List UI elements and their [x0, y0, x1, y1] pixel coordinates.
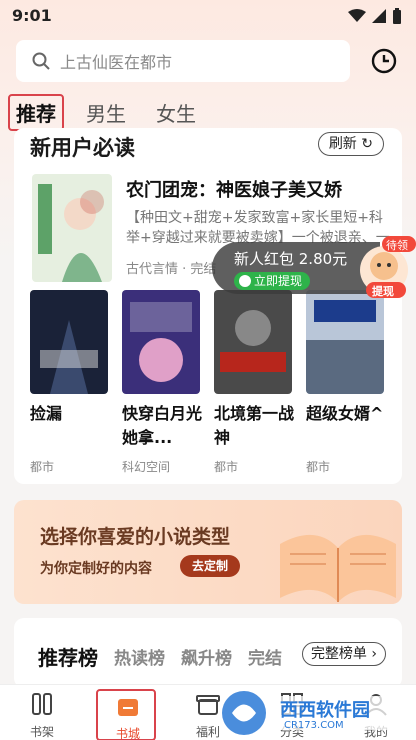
channel-tabs: 推荐 男生 女生 [8, 92, 218, 132]
status-time: 9:01 [12, 6, 52, 25]
rank-tab-recommend[interactable]: 推荐榜 [38, 642, 98, 671]
book-category: 都市 [30, 460, 55, 474]
search-input[interactable]: 上古仙医在都市 [16, 40, 350, 82]
customize-button[interactable]: 去定制 [180, 555, 241, 577]
new-user-section: 新用户必读 刷新 ↻ 农门团宠：神医娘子美又娇 【种田文+甜宠+发家致富+家长里… [14, 128, 402, 484]
open-book-illustration [280, 534, 396, 602]
status-bar: 9:01 [0, 0, 416, 30]
book-cover [30, 290, 108, 394]
status-icons [348, 8, 402, 24]
featured-book-title[interactable]: 农门团宠：神医娘子美又娇 [126, 176, 342, 202]
book-name: 快穿白月光她拿... [122, 404, 203, 447]
watermark-text: 西西软件园 [280, 700, 370, 721]
book-category: 都市 [306, 460, 331, 474]
tab-recommend[interactable]: 推荐 [8, 93, 64, 131]
ranking-tabs: 推荐榜 热读榜 飙升榜 完结 [38, 642, 298, 671]
nav-label: 书架 [29, 725, 54, 739]
tab-female[interactable]: 女生 [148, 94, 204, 131]
nav-bookshelf[interactable]: 书架 [12, 685, 72, 740]
book-category: 都市 [214, 460, 239, 474]
mascot-redpack-widget[interactable]: 待领 提现 [352, 236, 416, 300]
book-name: 超级女婿^ [306, 404, 384, 423]
refresh-button[interactable]: 刷新 ↻ [317, 132, 384, 156]
ranking-section: 推荐榜 热读榜 飙升榜 完结 完整榜单 › [14, 618, 402, 688]
book-category: 科幻空间 [122, 460, 171, 474]
wifi-icon [348, 9, 366, 22]
book-item[interactable]: 北境第一战神 都市 [214, 290, 296, 475]
history-clock-icon[interactable] [370, 47, 398, 75]
redpack-badge-top: 待领 [386, 239, 408, 252]
banner-title: 选择你喜爱的小说类型 [40, 526, 231, 548]
app-screen: 9:01 上古仙医在都市 推荐 男生 女生 新用户必读 刷新 ↻ 农门团宠：神医… [0, 0, 416, 740]
featured-book-cover[interactable] [32, 174, 112, 282]
book-item[interactable]: 快穿白月光她拿... 科幻空间 [122, 290, 204, 475]
book-item[interactable]: 超级女婿^ 都市 [306, 290, 388, 475]
nav-bookstore[interactable]: 书城 [96, 689, 156, 740]
redpack-badge-bottom: 提现 [372, 285, 394, 298]
genre-customize-banner[interactable]: 选择你喜爱的小说类型 为你定制好的内容 去定制 [14, 500, 402, 604]
full-ranking-button[interactable]: 完整榜单 › [301, 642, 386, 666]
bookstore-icon [118, 699, 138, 716]
rank-tab-hot[interactable]: 热读榜 [114, 644, 165, 669]
rank-tab-rising[interactable]: 飙升榜 [181, 644, 232, 669]
book-name: 捡漏 [30, 404, 63, 423]
search-placeholder: 上古仙医在都市 [60, 53, 173, 72]
search-icon [32, 52, 50, 70]
section-title: 新用户必读 [30, 136, 135, 160]
book-name: 北境第一战神 [214, 404, 295, 447]
book-cover [122, 290, 200, 394]
banner-subtitle: 为你定制好的内容 [40, 561, 152, 577]
signal-icon [372, 9, 386, 23]
site-watermark: 西西软件园 CR173.COM [218, 688, 400, 738]
full-ranking-label: 完整榜单 [310, 646, 367, 662]
bookshelf-icon [32, 693, 52, 715]
book-item[interactable]: 捡漏 都市 [30, 290, 112, 475]
wechat-icon [239, 275, 251, 287]
redpack-amount: 新人红包 2.80元 [234, 250, 348, 268]
featured-book-tag: 古代言情 · 完结 [126, 262, 217, 277]
book-cover [214, 290, 292, 394]
battery-icon [393, 8, 401, 24]
watermark-site: CR173.COM [284, 720, 344, 731]
tab-male[interactable]: 男生 [78, 94, 134, 131]
chevron-right-icon: › [371, 646, 377, 662]
refresh-icon: ↻ [361, 136, 373, 152]
rank-tab-finished[interactable]: 完结 [248, 644, 282, 669]
withdraw-now-button[interactable]: 立即提现 [234, 272, 311, 290]
withdraw-label: 立即提现 [254, 274, 303, 288]
refresh-label: 刷新 [328, 136, 357, 152]
book-cover [306, 290, 384, 394]
nav-label: 书城 [115, 727, 140, 740]
